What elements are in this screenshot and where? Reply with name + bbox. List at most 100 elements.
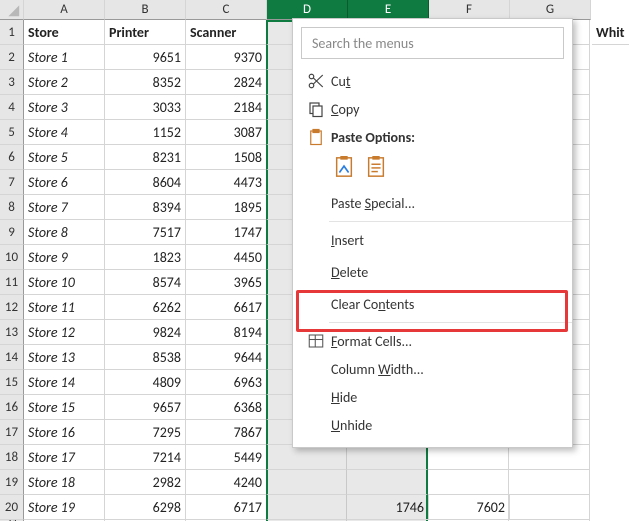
cell[interactable]: 1747	[186, 220, 267, 245]
cell[interactable]: Store 6	[24, 170, 105, 195]
cell[interactable]: 9657	[105, 395, 186, 420]
row-header[interactable]: 14	[0, 345, 24, 370]
cell[interactable]: Store 17	[24, 445, 105, 470]
cell[interactable]: Store 2	[24, 70, 105, 95]
cell[interactable]: 7867	[186, 420, 267, 445]
row-header[interactable]: 16	[0, 395, 24, 420]
cell[interactable]: 7295	[105, 420, 186, 445]
row-header[interactable]: 15	[0, 370, 24, 395]
cell[interactable]: 8194	[186, 320, 267, 345]
cell[interactable]	[266, 445, 347, 470]
cell[interactable]: 3965	[186, 270, 267, 295]
cell[interactable]	[428, 470, 509, 495]
cell[interactable]: Store 9	[24, 245, 105, 270]
row-header[interactable]: 9	[0, 220, 24, 245]
cell[interactable]: 6717	[186, 495, 267, 520]
col-header-C[interactable]: C	[186, 0, 267, 20]
menu-clear-contents[interactable]: Clear Contents	[293, 290, 572, 318]
cell[interactable]: 3033	[105, 95, 186, 120]
cell[interactable]: 7602	[429, 495, 510, 520]
row-header[interactable]: 19	[0, 470, 24, 495]
cell[interactable]: Store 16	[24, 420, 105, 445]
cell[interactable]: 1508	[186, 145, 267, 170]
cell[interactable]: 6963	[186, 370, 267, 395]
row-header[interactable]: 13	[0, 320, 24, 345]
row-header[interactable]: 12	[0, 295, 24, 320]
cell[interactable]: 6298	[105, 495, 186, 520]
row-header[interactable]: 18	[0, 445, 24, 470]
cell[interactable]: Store 14	[24, 370, 105, 395]
menu-format-cells[interactable]: Format Cells...	[293, 327, 572, 355]
cell[interactable]: Store 12	[24, 320, 105, 345]
col-header-B[interactable]: B	[105, 0, 186, 20]
paste-option-icon[interactable]	[365, 155, 387, 183]
cell[interactable]: Store 18	[24, 470, 105, 495]
cell[interactable]	[266, 470, 347, 495]
row-header[interactable]: 6	[0, 145, 24, 170]
cell[interactable]: 8574	[105, 270, 186, 295]
col-header-E[interactable]: E	[348, 0, 429, 20]
cell[interactable]	[428, 445, 509, 470]
cell[interactable]: Scanner	[186, 20, 267, 45]
cell[interactable]: 5449	[186, 445, 267, 470]
menu-copy[interactable]: Copy	[293, 95, 572, 123]
row-header[interactable]: 5	[0, 120, 24, 145]
cell[interactable]: Store 15	[24, 395, 105, 420]
cell[interactable]: Store 13	[24, 345, 105, 370]
paste-option-icon[interactable]	[333, 155, 355, 183]
cell[interactable]: 9644	[186, 345, 267, 370]
cell[interactable]	[509, 445, 590, 470]
cell[interactable]: Store 7	[24, 195, 105, 220]
cell[interactable]: 1152	[105, 120, 186, 145]
cell[interactable]: Store 5	[24, 145, 105, 170]
menu-delete[interactable]: Delete	[293, 254, 572, 290]
menu-search[interactable]: Search the menus	[301, 27, 564, 59]
cell[interactable]: 4450	[186, 245, 267, 270]
cell[interactable]: Store 10	[24, 270, 105, 295]
row-header[interactable]: 17	[0, 420, 24, 445]
cell[interactable]: 6617	[186, 295, 267, 320]
row-header[interactable]: 1	[0, 20, 24, 45]
cell[interactable]: 4809	[105, 370, 186, 395]
cell[interactable]: 1823	[105, 245, 186, 270]
cell[interactable]: Store 3	[24, 95, 105, 120]
row-header[interactable]: 11	[0, 270, 24, 295]
row-header[interactable]: 7	[0, 170, 24, 195]
cell[interactable]: Store 19	[24, 495, 105, 520]
menu-unhide[interactable]: Unhide	[293, 411, 572, 439]
cell[interactable]: 8538	[105, 345, 186, 370]
cell[interactable]: Store 4	[24, 120, 105, 145]
cell[interactable]: 2184	[186, 95, 267, 120]
col-header-A[interactable]: A	[24, 0, 105, 20]
cell[interactable]: Store 8	[24, 220, 105, 245]
cell[interactable]: 2824	[186, 70, 267, 95]
cell[interactable]: 8394	[105, 195, 186, 220]
cell[interactable]	[347, 445, 428, 470]
menu-insert[interactable]: Insert	[293, 226, 572, 254]
row-header[interactable]: 4	[0, 95, 24, 120]
cell[interactable]: 1895	[186, 195, 267, 220]
cell[interactable]: 8604	[105, 170, 186, 195]
cell[interactable]: 9824	[105, 320, 186, 345]
menu-paste-special[interactable]: Paste Special...	[293, 189, 572, 217]
cell[interactable]: Whit	[592, 20, 629, 45]
cell[interactable]: 8352	[105, 70, 186, 95]
cell[interactable]: 7214	[105, 445, 186, 470]
cell[interactable]	[266, 495, 347, 520]
row-header[interactable]: 20	[0, 495, 24, 520]
cell[interactable]: Store 11	[24, 295, 105, 320]
cell[interactable]: 8231	[105, 145, 186, 170]
select-all-corner[interactable]	[0, 0, 24, 20]
cell[interactable]	[509, 495, 590, 520]
cell[interactable]: 9651	[105, 45, 186, 70]
col-header-G[interactable]: G	[510, 0, 591, 20]
cell[interactable]: 4240	[186, 470, 267, 495]
menu-cut[interactable]: Cut	[293, 67, 572, 95]
row-header[interactable]: 10	[0, 245, 24, 270]
menu-hide[interactable]: Hide	[293, 383, 572, 411]
cell[interactable]: Printer	[105, 20, 186, 45]
cell[interactable]	[509, 470, 590, 495]
cell[interactable]: 2982	[105, 470, 186, 495]
cell[interactable]: 3087	[186, 120, 267, 145]
cell[interactable]: 4473	[186, 170, 267, 195]
